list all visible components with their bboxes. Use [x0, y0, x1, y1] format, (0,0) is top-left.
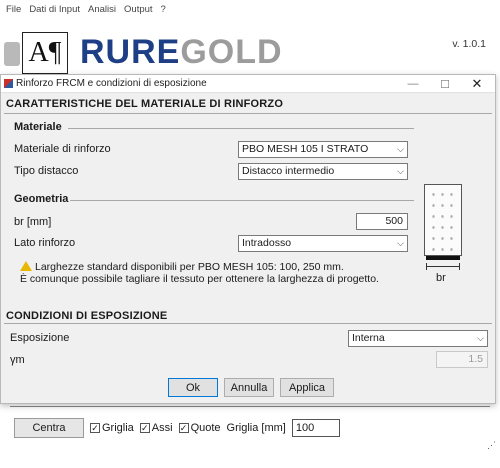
resize-grip-icon[interactable]: ⋰ [487, 440, 496, 451]
menu-output[interactable]: Output [124, 4, 153, 20]
menu-help[interactable]: ? [161, 4, 166, 20]
dialog-title: Rinforzo FRCM e condizioni di esposizion… [16, 78, 207, 89]
dimension-line [426, 266, 460, 267]
app-icon [4, 79, 13, 88]
menu-dati-di-input[interactable]: Dati di Input [29, 4, 80, 20]
maximize-icon[interactable]: ☐ [431, 75, 459, 93]
chevron-down-icon: ⌵ [477, 333, 484, 343]
app-header: A¶ RUREGOLD v. 1.0.1 [0, 20, 500, 78]
griglia-checkbox-label: Griglia [102, 422, 134, 434]
lato-rinforzo-select[interactable]: Intradosso ⌵ [238, 235, 408, 252]
width-warning: Larghezze standard disponibili per PBO M… [20, 260, 379, 285]
br-input[interactable]: 500 [356, 213, 408, 230]
assi-checkbox[interactable]: ✓ Assi [139, 422, 173, 434]
lato-rinforzo-label: Lato rinforzo [14, 237, 76, 249]
group-title-materiale: Materiale [14, 121, 62, 133]
version-label: v. 1.0.1 [452, 38, 486, 50]
lato-rinforzo-select-value: Intradosso [242, 237, 292, 249]
divider [10, 406, 490, 407]
quote-checkbox[interactable]: ✓ Quote [178, 422, 221, 434]
esposizione-select-value: Interna [352, 332, 385, 344]
gamma-m-input: 1.5 [436, 351, 488, 368]
divider [68, 128, 414, 129]
logo-shadow-shape [4, 42, 20, 66]
chevron-down-icon: ⌵ [397, 238, 404, 248]
griglia-mm-input[interactable]: 100 [291, 419, 340, 437]
close-icon[interactable]: ✕ [463, 75, 491, 93]
check-icon: ✓ [139, 423, 150, 433]
concrete-texture [429, 189, 457, 251]
logo-text-blue: RURE [80, 33, 181, 71]
materiale-select-value: PBO MESH 105 I STRATO [242, 143, 369, 155]
chevron-down-icon: ⌵ [397, 144, 404, 154]
esposizione-label: Esposizione [10, 332, 70, 344]
gamma-m-label: γm [10, 354, 25, 366]
warning-line-1: Larghezze standard disponibili per PBO M… [35, 261, 344, 273]
reinforcement-strip [426, 256, 460, 260]
quote-checkbox-label: Quote [190, 422, 221, 434]
diagram-br-label: br [436, 272, 446, 284]
warning-icon [20, 261, 32, 271]
annulla-button[interactable]: Annulla [224, 378, 274, 397]
app-logo: RUREGOLD [80, 32, 283, 72]
materiale-label: Materiale di rinforzo [14, 143, 111, 155]
dialog-titlebar[interactable]: Rinforzo FRCM e condizioni di esposizion… [1, 75, 495, 93]
check-icon: ✓ [90, 423, 100, 433]
centra-button[interactable]: Centra [14, 418, 84, 438]
section-title-material: CARATTERISTICHE DEL MATERIALE DI RINFORZ… [6, 98, 284, 110]
divider [4, 113, 492, 114]
chevron-down-icon: ⌵ [397, 166, 404, 176]
esposizione-select[interactable]: Interna ⌵ [348, 330, 488, 347]
menu-bar: File Dati di Input Analisi Output ? [6, 4, 166, 20]
distacco-label: Tipo distacco [14, 165, 79, 177]
section-title-exposure: CONDIZIONI DI ESPOSIZIONE [6, 310, 168, 322]
griglia-mm-label: Griglia [mm] [226, 422, 286, 434]
distacco-select-value: Distacco intermedio [242, 165, 335, 177]
br-label: br [mm] [14, 216, 52, 228]
minimize-icon[interactable]: — [399, 75, 427, 93]
group-title-geometria: Geometria [14, 193, 69, 205]
section-diagram [424, 184, 462, 256]
bottom-panel: Centra ✓ Griglia ✓ Assi ✓ Quote Griglia … [0, 404, 500, 468]
divider [70, 200, 414, 201]
view-toolbar: Centra ✓ Griglia ✓ Assi ✓ Quote Griglia … [14, 418, 340, 438]
menu-analisi[interactable]: Analisi [88, 4, 116, 20]
griglia-checkbox[interactable]: ✓ Griglia [90, 422, 134, 434]
distacco-select[interactable]: Distacco intermedio ⌵ [238, 163, 408, 180]
materiale-select[interactable]: PBO MESH 105 I STRATO ⌵ [238, 141, 408, 158]
warning-line-2: È comunque possibile tagliare il tessuto… [20, 273, 379, 285]
menu-file[interactable]: File [6, 4, 21, 20]
ok-button[interactable]: Ok [168, 378, 218, 397]
logo-text-gold: GOLD [180, 33, 283, 71]
applica-button[interactable]: Applica [280, 378, 334, 397]
assi-checkbox-label: Assi [151, 422, 173, 434]
check-icon: ✓ [178, 423, 189, 433]
logo-mark: A¶ [22, 32, 68, 74]
divider [4, 323, 492, 324]
dimension-tick [459, 263, 460, 270]
